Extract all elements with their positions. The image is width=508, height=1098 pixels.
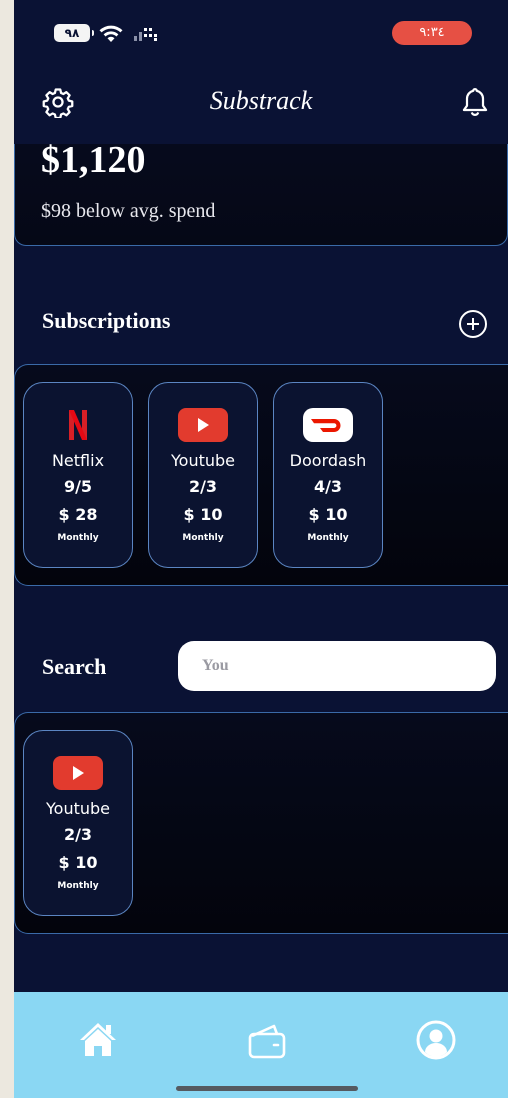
card-cycle: Monthly bbox=[57, 881, 99, 891]
subscriptions-panel: Netflix 9/5 $ 28 Monthly Youtube 2/3 $ 1… bbox=[14, 364, 508, 586]
card-date: 9/5 bbox=[63, 477, 93, 496]
card-date: 4/3 bbox=[313, 477, 343, 496]
app-screen: ٩٨ ٩:٣٤ $1,120 $98 below avg. spend Subs… bbox=[14, 0, 508, 1098]
home-indicator bbox=[176, 1086, 358, 1091]
app-title: Substrack bbox=[209, 86, 313, 115]
card-name: Netflix bbox=[51, 451, 105, 470]
youtube-logo bbox=[24, 755, 132, 791]
subscriptions-title: Subscriptions bbox=[42, 308, 171, 333]
youtube-logo bbox=[149, 407, 257, 443]
subscription-card-netflix[interactable]: Netflix 9/5 $ 28 Monthly bbox=[23, 382, 133, 568]
profile-icon[interactable] bbox=[416, 1020, 456, 1060]
card-date: 2/3 bbox=[188, 477, 218, 496]
card-price: $ 10 bbox=[308, 505, 348, 524]
status-time: ٩:٣٤ bbox=[392, 21, 472, 45]
search-results-panel: Youtube 2/3 $ 10 Monthly bbox=[14, 712, 508, 934]
battery-indicator: ٩٨ bbox=[54, 24, 94, 42]
search-result-card-youtube[interactable]: Youtube 2/3 $ 10 Monthly bbox=[23, 730, 133, 916]
card-name: Youtube bbox=[46, 799, 110, 818]
app-header: Substrack bbox=[14, 60, 508, 144]
signal-icon bbox=[134, 28, 157, 41]
home-icon[interactable] bbox=[78, 1020, 118, 1058]
card-price: $ 28 bbox=[58, 505, 98, 524]
card-name: Doordash bbox=[289, 451, 367, 470]
card-cycle: Monthly bbox=[57, 533, 99, 543]
netflix-logo bbox=[24, 407, 132, 443]
add-subscription-icon[interactable] bbox=[458, 309, 488, 339]
search-input[interactable] bbox=[178, 641, 496, 691]
card-cycle: Monthly bbox=[307, 533, 349, 543]
card-name: Youtube bbox=[171, 451, 235, 470]
subscription-card-youtube[interactable]: Youtube 2/3 $ 10 Monthly bbox=[148, 382, 258, 568]
subscription-card-doordash[interactable]: Doordash 4/3 $ 10 Monthly bbox=[273, 382, 383, 568]
card-date: 2/3 bbox=[63, 825, 93, 844]
card-cycle: Monthly bbox=[182, 533, 224, 543]
search-label: Search bbox=[42, 654, 107, 679]
card-price: $ 10 bbox=[183, 505, 223, 524]
status-bar: ٩٨ ٩:٣٤ bbox=[14, 0, 508, 60]
spend-amount: $1,120 bbox=[41, 139, 146, 181]
doordash-logo bbox=[274, 407, 382, 443]
wallet-icon[interactable] bbox=[246, 1022, 288, 1060]
wifi-icon bbox=[99, 25, 123, 42]
bottom-nav bbox=[14, 992, 508, 1098]
card-price: $ 10 bbox=[58, 853, 98, 872]
spend-note: $98 below avg. spend bbox=[41, 200, 216, 222]
bell-icon[interactable] bbox=[460, 86, 490, 118]
